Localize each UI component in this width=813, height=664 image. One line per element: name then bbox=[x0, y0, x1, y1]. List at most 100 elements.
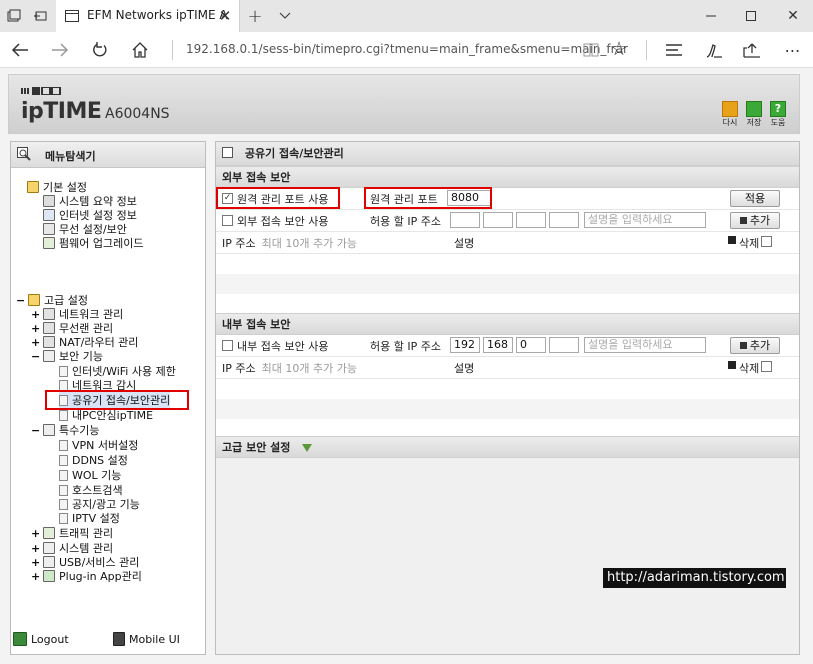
tree-label: WOL 기능 bbox=[72, 469, 122, 482]
internal-ip-note: 최대 10개 추가 가능 bbox=[261, 361, 357, 375]
expand-icon: + bbox=[31, 541, 41, 555]
browser-tab[interactable]: EFM Networks ipTIME A ✕ bbox=[56, 0, 240, 32]
page-icon bbox=[59, 484, 68, 496]
highlight-box bbox=[364, 187, 492, 209]
external-add-button[interactable]: 추가 bbox=[730, 212, 780, 229]
router-header: ipTIME A6004NS 다시 저장 ? 도움 bbox=[8, 74, 800, 134]
favorite-star-icon[interactable]: ☆ bbox=[607, 37, 631, 61]
tree-item-wol[interactable]: WOL 기능 bbox=[59, 467, 121, 483]
tab-preview-chevron-icon[interactable] bbox=[274, 5, 296, 27]
external-ip-header: IP 주소 bbox=[222, 236, 256, 250]
page-icon bbox=[59, 379, 68, 391]
highlight-box bbox=[216, 187, 340, 209]
share-icon[interactable] bbox=[740, 38, 764, 62]
internal-ip-octet-4[interactable] bbox=[549, 337, 579, 353]
tree-label: 트래픽 관리 bbox=[59, 527, 114, 540]
expand-icon: + bbox=[31, 335, 41, 349]
external-access-checkbox[interactable] bbox=[222, 215, 233, 226]
hub-icon[interactable] bbox=[662, 38, 686, 62]
help-label: 도움 bbox=[770, 118, 786, 127]
internal-list-header: IP 주소 최대 10개 추가 가능 bbox=[216, 357, 799, 379]
reload-action[interactable]: 다시 bbox=[721, 101, 739, 131]
minus-icon bbox=[728, 236, 736, 244]
refresh-icon[interactable] bbox=[88, 38, 112, 62]
collapse-icon: − bbox=[16, 293, 26, 307]
page-icon bbox=[59, 439, 68, 451]
close-tab-icon[interactable]: ✕ bbox=[216, 6, 234, 26]
forward-icon[interactable] bbox=[48, 38, 72, 62]
external-ip-octet-1[interactable] bbox=[450, 212, 480, 228]
list-empty-row bbox=[216, 254, 799, 274]
internal-access-checkbox[interactable] bbox=[222, 340, 233, 351]
plus-icon bbox=[739, 342, 747, 349]
logout-link[interactable]: Logout bbox=[13, 632, 69, 646]
address-bar[interactable]: 192.168.0.1/sess-bin/timepro.cgi?tmenu=m… bbox=[186, 42, 628, 56]
external-description-input[interactable]: 설명을 입력하세요 bbox=[584, 212, 706, 228]
apply-button[interactable]: 적용 bbox=[730, 190, 780, 207]
watermark: http://adariman.tistory.com bbox=[603, 568, 786, 588]
internal-ip-octet-3[interactable]: 0 bbox=[516, 337, 546, 353]
tab-title: EFM Networks ipTIME A bbox=[87, 8, 228, 22]
internal-section-title: 내부 접속 보안 bbox=[216, 313, 799, 335]
tree-label: 펌웨어 업그레이드 bbox=[59, 237, 144, 250]
tree-item-ddns[interactable]: DDNS 설정 bbox=[59, 452, 128, 468]
browser-nav-bar: 192.168.0.1/sess-bin/timepro.cgi?tmenu=m… bbox=[0, 32, 813, 68]
external-ip-octet-4[interactable] bbox=[549, 212, 579, 228]
internal-access-label: 내부 접속 보안 사용 bbox=[237, 339, 329, 353]
reload-icon bbox=[722, 101, 738, 117]
mobile-ui-label: Mobile UI bbox=[129, 632, 180, 646]
tree-label: 특수기능 bbox=[59, 424, 100, 437]
close-window-icon[interactable]: ✕ bbox=[782, 5, 804, 27]
tree-item-iptv[interactable]: IPTV 설정 bbox=[59, 510, 120, 526]
minimize-icon[interactable] bbox=[700, 5, 722, 27]
external-allow-ip-label: 허용 할 IP 주소 bbox=[370, 215, 441, 228]
tree-group-special[interactable]: − 특수기능 bbox=[31, 422, 99, 438]
reading-view-icon[interactable] bbox=[580, 38, 602, 62]
internal-ip-octet-2[interactable]: 168 bbox=[483, 337, 513, 353]
external-ip-octet-3[interactable] bbox=[516, 212, 546, 228]
save-icon bbox=[746, 101, 762, 117]
external-section-title: 외부 접속 보안 bbox=[216, 166, 799, 188]
new-tab-icon[interactable]: + bbox=[244, 5, 266, 27]
home-icon[interactable] bbox=[128, 38, 152, 62]
internal-delete-all-checkbox[interactable] bbox=[761, 361, 772, 372]
page-icon bbox=[59, 409, 68, 421]
tree-item-vpn[interactable]: VPN 서버설정 bbox=[59, 437, 138, 453]
divider bbox=[172, 40, 173, 60]
tree-group-plugin[interactable]: + Plug-in App관리 bbox=[31, 568, 142, 584]
back-icon[interactable] bbox=[8, 38, 32, 62]
tree-label: DDNS 설정 bbox=[72, 454, 128, 467]
tab-list-icon[interactable] bbox=[4, 6, 24, 26]
internal-description-input[interactable]: 설명을 입력하세요 bbox=[584, 337, 706, 353]
page-icon bbox=[59, 498, 68, 510]
list-empty-row bbox=[216, 274, 799, 294]
more-options-icon[interactable]: ⋯ bbox=[780, 38, 806, 62]
set-aside-tabs-icon[interactable] bbox=[30, 6, 50, 26]
minus-icon bbox=[728, 361, 736, 369]
advanced-security-toggle[interactable]: 고급 보안 설정 bbox=[216, 436, 799, 458]
tree-group-traffic[interactable]: + 트래픽 관리 bbox=[31, 525, 113, 541]
tree-item-firmware-upgrade[interactable]: 펌웨어 업그레이드 bbox=[43, 235, 143, 251]
external-ip-octet-2[interactable] bbox=[483, 212, 513, 228]
page-icon bbox=[59, 512, 68, 524]
internal-ip-octet-1[interactable]: 192 bbox=[450, 337, 480, 353]
highlight-box bbox=[45, 390, 189, 410]
save-action[interactable]: 저장 bbox=[745, 101, 763, 131]
tree-label: IPTV 설정 bbox=[72, 512, 120, 525]
mobile-ui-link[interactable]: Mobile UI bbox=[113, 632, 180, 646]
list-empty-row bbox=[216, 379, 799, 399]
help-action[interactable]: ? 도움 bbox=[769, 101, 787, 131]
internal-desc-header: 설명 bbox=[454, 362, 475, 375]
brand-logo: ipTIME bbox=[21, 99, 102, 124]
expand-icon: + bbox=[31, 321, 41, 335]
external-add-label: 추가 bbox=[749, 214, 771, 227]
expand-icon: + bbox=[31, 526, 41, 540]
internal-add-button[interactable]: 추가 bbox=[730, 337, 780, 354]
divider bbox=[646, 40, 647, 60]
help-question-icon: ? bbox=[770, 101, 786, 117]
folder-advanced-icon bbox=[28, 294, 40, 306]
external-delete-all-checkbox[interactable] bbox=[761, 236, 772, 247]
web-note-pen-icon[interactable] bbox=[702, 38, 726, 62]
maximize-icon[interactable] bbox=[740, 5, 762, 27]
tree-group-security[interactable]: − 보안 기능 bbox=[31, 348, 103, 364]
